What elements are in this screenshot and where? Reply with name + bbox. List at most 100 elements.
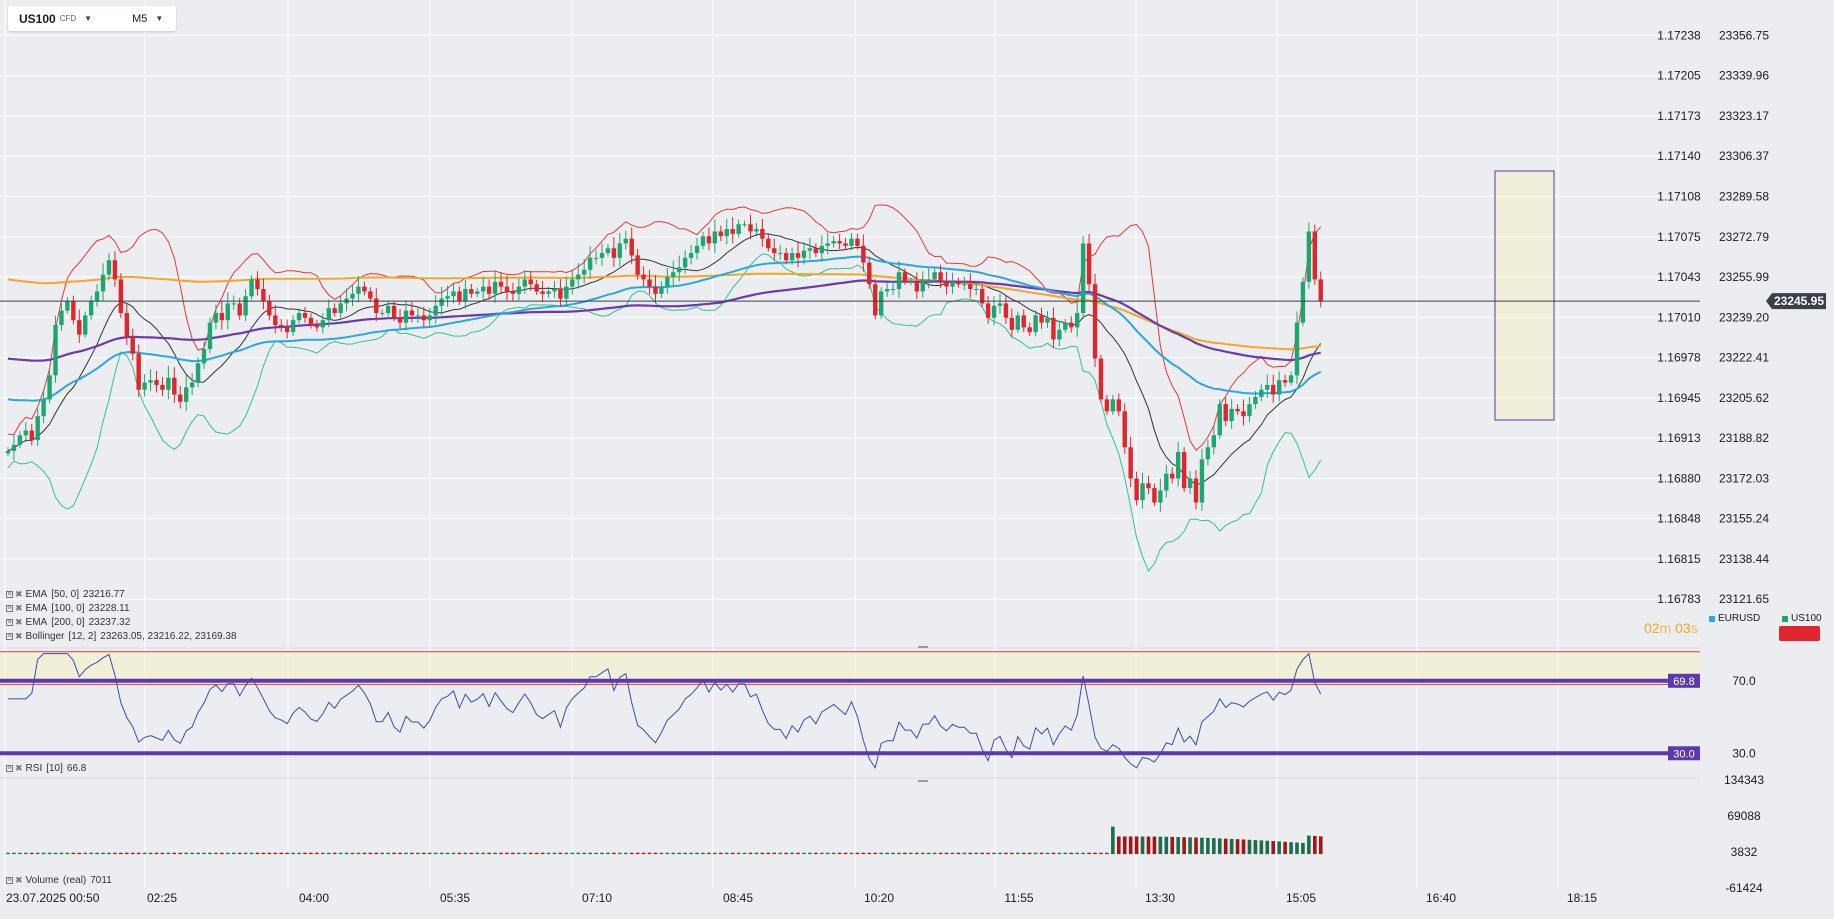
timeframe-selector[interactable]: M5	[132, 13, 147, 25]
candle-body	[1211, 435, 1217, 448]
volume-bar	[1116, 836, 1121, 855]
candle-body	[409, 310, 415, 316]
candle-body	[849, 238, 854, 246]
volume-bar	[891, 852, 895, 855]
volume-bar	[1051, 852, 1056, 855]
volume-bar	[499, 852, 503, 855]
volume-bar	[1152, 836, 1157, 855]
candle-body	[1181, 452, 1187, 489]
candle-body	[623, 238, 628, 244]
symbol-legend-us100[interactable]: US100	[1782, 613, 1822, 624]
volume-bar	[273, 852, 278, 855]
volume-bar	[1027, 852, 1032, 855]
legend-ema50[interactable]: ≡ ✖ EMA [50, 0] 23216.77	[6, 588, 129, 601]
candle-body	[635, 255, 640, 275]
volume-bar	[1069, 852, 1074, 855]
legend-volume[interactable]: ≡ ✖ Volume (real) 7011	[6, 874, 116, 887]
volume-bar	[41, 852, 46, 855]
candle-body	[855, 238, 860, 246]
candle-body	[504, 286, 510, 292]
candle-body	[273, 315, 278, 325]
volume-bar	[998, 852, 1002, 855]
volume-bar	[606, 852, 610, 855]
candle-body	[1045, 317, 1050, 323]
volume-bar	[1140, 836, 1145, 855]
volume-bar	[1010, 852, 1014, 855]
remove-icon[interactable]: ✖	[15, 589, 23, 600]
settings-icon[interactable]: ≡	[6, 605, 13, 612]
candle-body	[1063, 322, 1068, 330]
candle-body	[136, 353, 141, 390]
candle-body	[807, 248, 813, 251]
candle-body	[1122, 411, 1127, 448]
volume-bar	[71, 852, 76, 855]
settings-icon[interactable]: ≡	[6, 877, 13, 884]
remove-icon[interactable]: ✖	[15, 631, 23, 642]
settings-icon[interactable]: ≡	[6, 591, 13, 598]
candle-body	[896, 272, 902, 290]
candle-body	[795, 253, 801, 258]
y-tick-label-right: 23188.82	[1719, 431, 1769, 445]
candle-body	[724, 229, 729, 237]
symbol-legend-eurusd[interactable]: EURUSD	[1709, 613, 1760, 624]
x-tick-label: 16:40	[1426, 891, 1456, 905]
candle-body	[665, 277, 670, 287]
legend-bollinger[interactable]: ≡ ✖ Bollinger [12, 2] 23263.05, 23216.22,…	[6, 630, 241, 643]
legend-rsi[interactable]: ≡ ✖ RSI [10] 66.8	[6, 762, 90, 775]
x-tick-label: 05:35	[440, 891, 470, 905]
legend-ema200[interactable]: ≡ ✖ EMA [200, 0] 23237.32	[6, 616, 134, 629]
volume-bar	[356, 852, 361, 855]
settings-icon[interactable]: ≡	[6, 619, 13, 626]
volume-bar	[279, 852, 284, 855]
candle-body	[611, 248, 617, 258]
volume-bar	[83, 852, 88, 855]
symbol-toolbar[interactable]: US100 CFD ▼ M5 ▼	[8, 6, 176, 31]
eurusd-color-swatch	[1709, 615, 1715, 622]
candle-body	[338, 303, 343, 313]
trading-chart[interactable]: 23356.75 1.17238 23339.96 1.17205 23323.17 1.…	[0, 0, 1834, 914]
candle-body	[106, 260, 112, 275]
volume-tick-label: -61424	[1725, 881, 1763, 895]
candle-body	[1199, 459, 1205, 503]
volume-bar	[172, 852, 177, 855]
volume-bar	[1093, 852, 1097, 855]
candle-body	[766, 238, 771, 249]
remove-icon[interactable]: ✖	[15, 763, 23, 774]
remove-icon[interactable]: ✖	[15, 603, 23, 614]
candle-body	[1253, 396, 1258, 405]
candle-countdown-timer: 02m 03s	[1644, 620, 1698, 636]
volume-bar	[24, 852, 28, 855]
candle-body	[403, 310, 409, 323]
candle-body	[94, 291, 100, 302]
candle-body	[742, 224, 747, 226]
volume-bar	[903, 852, 907, 855]
volume-bar	[344, 852, 349, 855]
symbol-name[interactable]: US100	[19, 12, 56, 26]
volume-bar	[487, 852, 491, 855]
candle-body	[694, 245, 700, 254]
symbol-dropdown-caret-icon[interactable]: ▼	[84, 14, 92, 23]
settings-icon[interactable]: ≡	[6, 633, 13, 640]
candle-body	[237, 303, 242, 316]
candle-body	[445, 296, 450, 299]
settings-icon[interactable]: ≡	[6, 765, 13, 772]
volume-bar	[1200, 837, 1204, 855]
legend-params: [100, 0]	[51, 603, 85, 614]
timeframe-dropdown-caret-icon[interactable]: ▼	[155, 14, 163, 23]
volume-bar	[374, 852, 379, 855]
legend-ema100[interactable]: ≡ ✖ EMA [100, 0] 23228.11	[6, 602, 134, 615]
y-tick-label-right: 23289.58	[1719, 189, 1769, 203]
volume-bar	[855, 852, 860, 855]
panel-resize-handle	[918, 646, 928, 648]
candle-body	[35, 416, 40, 441]
volume-bar	[1188, 837, 1192, 855]
chart-canvas[interactable]: 23356.75 1.17238 23339.96 1.17205 23323.17 1.…	[0, 0, 1834, 914]
candle-body	[11, 444, 17, 451]
remove-icon[interactable]: ✖	[15, 617, 23, 628]
candle-body	[1057, 329, 1062, 340]
candle-body	[552, 289, 557, 292]
legend-value: 23228.11	[88, 603, 130, 614]
remove-icon[interactable]: ✖	[15, 875, 23, 886]
y-tick-label-left: 1.17238	[1657, 28, 1701, 42]
candle-body	[29, 430, 34, 441]
